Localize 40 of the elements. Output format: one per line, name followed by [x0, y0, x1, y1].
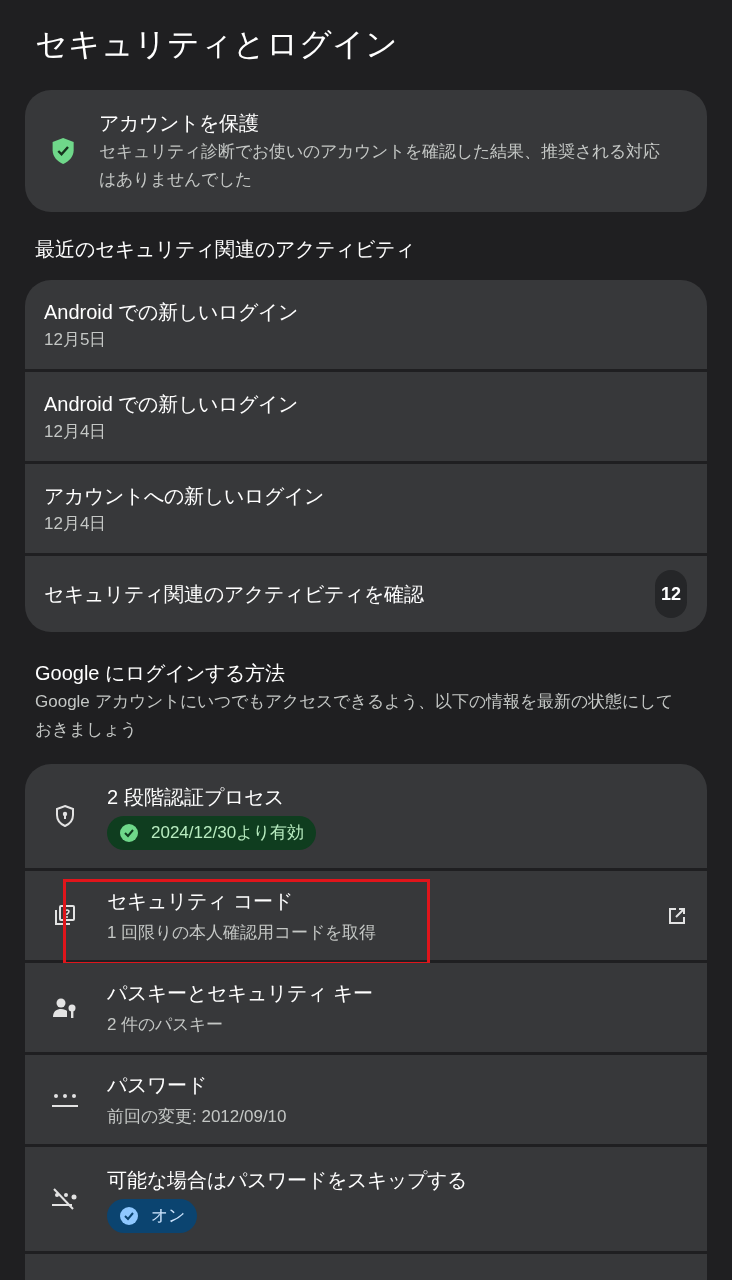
method-title: セキュリティ コード [107, 888, 293, 914]
method-title: パスワード [107, 1072, 207, 1098]
password-off-icon [51, 1187, 79, 1211]
check-icon [119, 823, 139, 843]
method-title: 2 段階認証プロセス [107, 785, 284, 811]
activity-title: セキュリティ関連のアクティビティを確認 [44, 582, 424, 607]
section-heading: 最近のセキュリティ関連のアクティビティ [34, 237, 416, 262]
shield-lock-icon [54, 804, 76, 828]
status-badge: 2024/12/30より有効 [107, 816, 317, 850]
activity-title: アカウントへの新しいログイン [44, 483, 325, 509]
method-subtitle: 1 回限りの本人確認用コードを取得 [107, 921, 377, 944]
signin-method-item[interactable]: セキュリティ コード 1 回限りの本人確認用コードを取得 [25, 871, 707, 960]
method-title: 可能な場合はパスワードをスキップする [107, 1168, 467, 1194]
method-subtitle: 前回の変更: 2012/09/10 [107, 1105, 287, 1128]
question-screen-icon [53, 903, 77, 928]
activity-date: 12月4日 [44, 420, 108, 443]
signin-method-item[interactable]: 2 段階認証プロセス 2024/12/30より有効 [25, 764, 707, 868]
method-title: パスキーとセキュリティ キー [107, 980, 373, 1006]
section-heading: Google にログインする方法 [34, 661, 287, 686]
protect-card[interactable]: アカウントを保護 セキュリティ診断でお使いのアカウントを確認した結果、推奨される対応はありませんでした [25, 90, 707, 212]
signin-method-item[interactable]: パスキーとセキュリティ キー 2 件のパスキー [25, 963, 707, 1052]
person-key-icon [52, 996, 78, 1019]
status-badge: オン [107, 1199, 197, 1233]
signin-method-item[interactable]: パスワード 前回の変更: 2012/09/10 [25, 1055, 707, 1144]
section-description: Google アカウントにいつでもアクセスできるよう、以下の情報を最新の状態にしておきましょう [34, 691, 674, 741]
activity-item[interactable]: アカウントへの新しいログイン 12月4日 [25, 464, 707, 553]
activity-title: Android での新しいログイン [44, 299, 300, 325]
check-icon [119, 1206, 139, 1226]
page-title: セキュリティとログイン [34, 25, 399, 64]
signin-method-item[interactable]: 可能な場合はパスワードをスキップする オン [25, 1147, 707, 1251]
activity-title: Android での新しいログイン [44, 391, 300, 417]
card-title: アカウントを保護 [99, 111, 261, 136]
activity-item[interactable]: Android での新しいログイン 12月5日 [25, 280, 707, 369]
activity-item[interactable]: Android での新しいログイン 12月4日 [25, 372, 707, 461]
activity-date: 12月5日 [44, 328, 108, 351]
count-badge: 12 [655, 570, 687, 618]
activity-date: 12月4日 [44, 512, 108, 535]
review-activity-item[interactable]: セキュリティ関連のアクティビティを確認 12 [25, 556, 707, 632]
card-description: セキュリティ診断でお使いのアカウントを確認した結果、推奨される対応はありませんでした [99, 141, 662, 191]
method-subtitle: 2 件のパスキー [107, 1013, 224, 1036]
